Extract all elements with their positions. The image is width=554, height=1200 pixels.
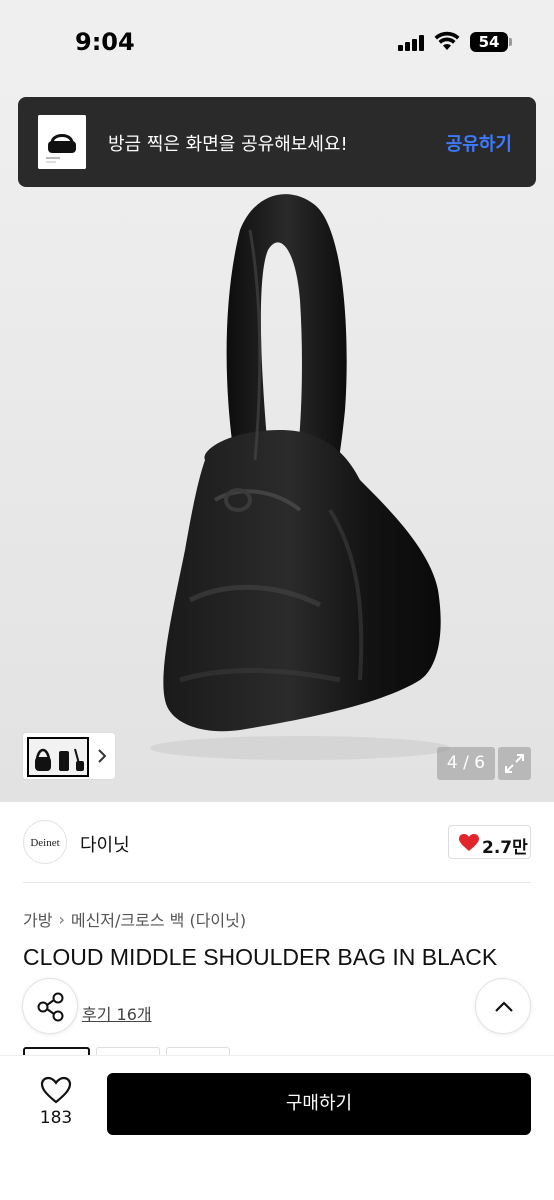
bag-photo bbox=[150, 194, 450, 760]
share-button[interactable] bbox=[22, 978, 78, 1034]
battery-nub bbox=[509, 38, 512, 46]
chevron-right-icon[interactable] bbox=[95, 747, 109, 765]
breadcrumb-item-bags[interactable]: 가방 bbox=[23, 907, 52, 931]
gallery-thumbnail[interactable] bbox=[27, 737, 89, 777]
scroll-top-button[interactable] bbox=[475, 978, 531, 1034]
bag-thumbnail-icon bbox=[38, 115, 86, 169]
image-counter: 4 / 6 bbox=[437, 747, 495, 780]
chevron-right-icon: › bbox=[58, 909, 65, 929]
product-image[interactable] bbox=[0, 80, 554, 802]
divider bbox=[23, 882, 531, 883]
breadcrumb-item-category[interactable]: 메신저/크로스 백 (다이닛) bbox=[71, 907, 246, 931]
wifi-icon bbox=[434, 31, 460, 50]
heart-outline-icon[interactable] bbox=[40, 1076, 72, 1104]
buy-button[interactable]: 구매하기 bbox=[107, 1073, 531, 1135]
brand-like-count: 2.7만 bbox=[482, 838, 528, 858]
wish-count: 183 bbox=[39, 1108, 73, 1128]
review-link[interactable]: 후기 16개 bbox=[82, 1001, 152, 1025]
share-screenshot-banner: 방금 찍은 화면을 공유해보세요! 공유하기 bbox=[18, 97, 536, 187]
breadcrumb: 가방 › 메신저/크로스 백 (다이닛) bbox=[23, 907, 246, 931]
expand-button[interactable] bbox=[498, 747, 531, 780]
share-banner-message: 방금 찍은 화면을 공유해보세요! bbox=[108, 134, 348, 155]
chevron-up-icon bbox=[495, 1001, 513, 1012]
gallery-thumbnail-strip[interactable] bbox=[22, 732, 116, 780]
screenshot-thumbnail bbox=[38, 115, 86, 169]
bag-thumbnails-icon bbox=[29, 739, 87, 775]
product-title: CLOUD MIDDLE SHOULDER BAG IN BLACK bbox=[23, 944, 498, 970]
signal-icon bbox=[398, 35, 426, 51]
status-time: 9:04 bbox=[75, 28, 135, 56]
share-icon bbox=[37, 992, 64, 1022]
expand-icon bbox=[505, 754, 524, 773]
brand-like-button[interactable]: 2.7만 bbox=[448, 825, 531, 859]
heart-filled-icon bbox=[459, 834, 479, 851]
brand-logo[interactable]: Deinet bbox=[23, 820, 67, 864]
brand-name[interactable]: 다이닛 bbox=[80, 831, 130, 857]
battery-indicator: 54 bbox=[470, 32, 508, 52]
share-banner-action-button[interactable]: 공유하기 bbox=[446, 130, 512, 156]
status-bar: 9:04 54 bbox=[0, 0, 554, 80]
